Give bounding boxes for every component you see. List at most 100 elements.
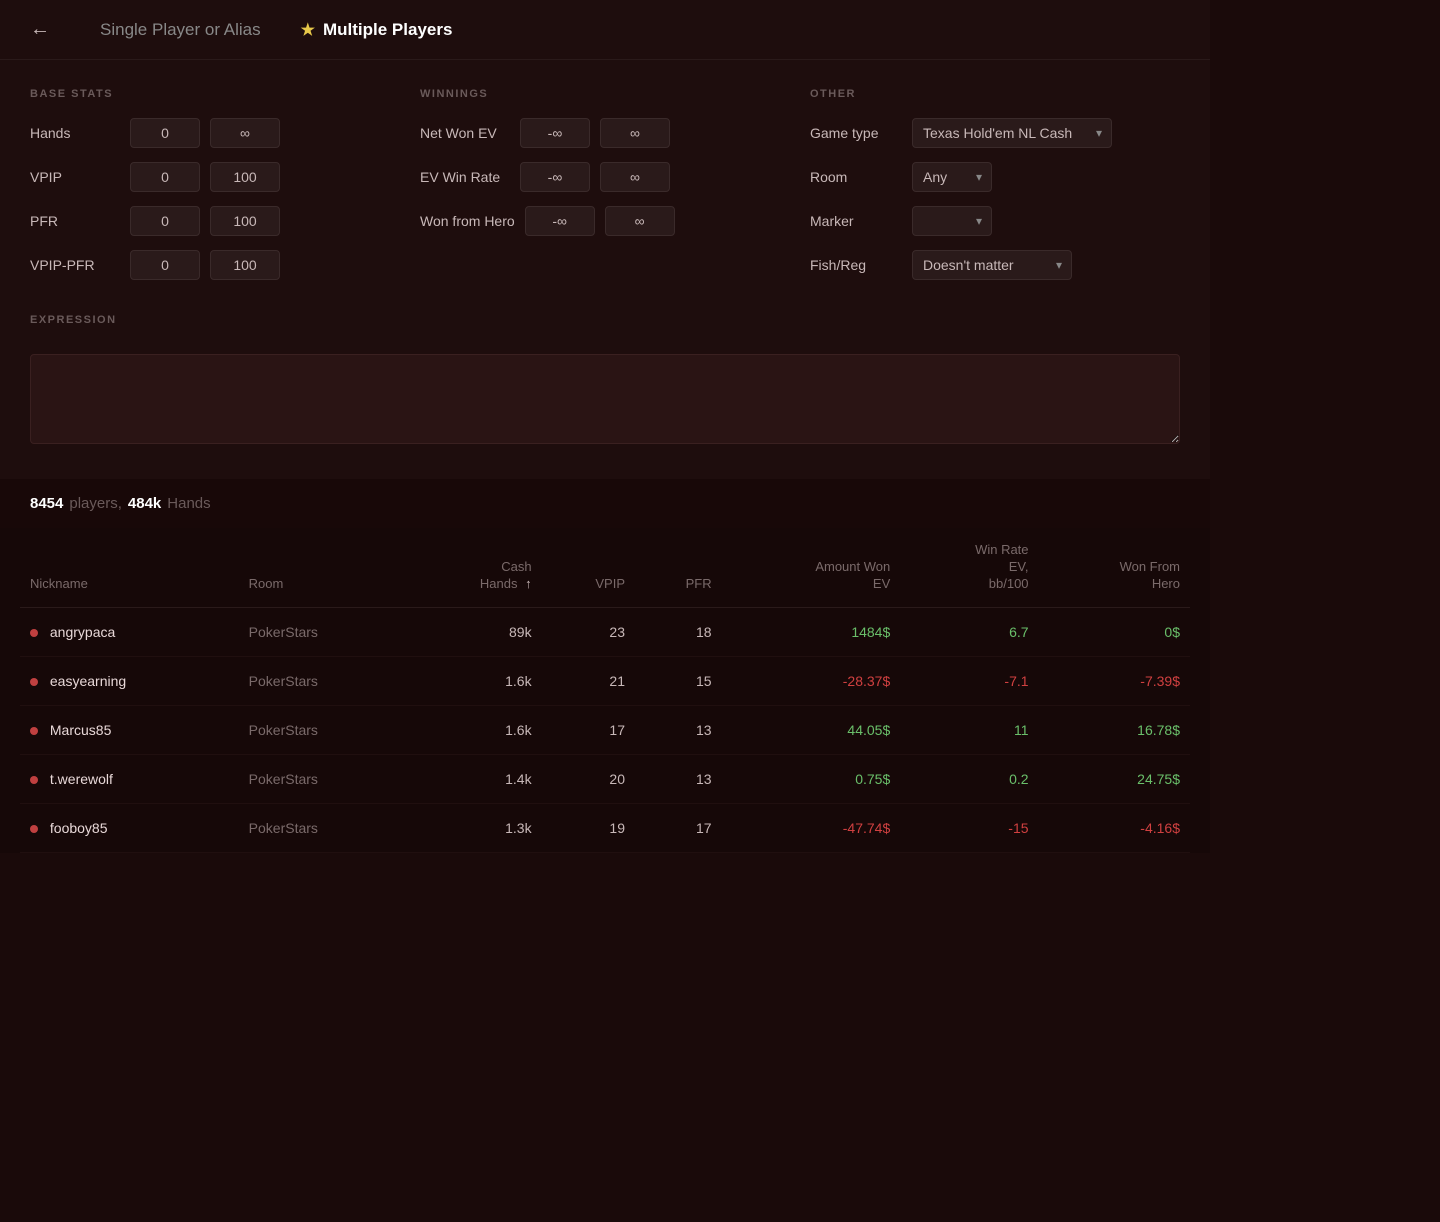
col-win-rate-ev[interactable]: Win RateEV,bb/100 xyxy=(900,528,1038,607)
cell-cash-hands: 89k xyxy=(407,607,542,656)
cell-pfr: 17 xyxy=(635,803,722,852)
cell-vpip: 23 xyxy=(542,607,635,656)
players-count: 8454 xyxy=(30,495,63,512)
other-title: OTHER xyxy=(810,88,1180,100)
cell-vpip: 19 xyxy=(542,803,635,852)
cell-room: PokerStars xyxy=(239,607,407,656)
vpip-min-input[interactable] xyxy=(130,162,200,192)
cell-win-rate-ev: 11 xyxy=(900,705,1038,754)
cell-pfr: 13 xyxy=(635,754,722,803)
winnings-section: WINNINGS Net Won EV EV Win Rate Won from… xyxy=(400,88,790,294)
game-type-select[interactable]: Texas Hold'em NL Cash xyxy=(912,118,1112,148)
ev-win-rate-max-input[interactable] xyxy=(600,162,670,192)
vpip-row: VPIP xyxy=(30,162,400,192)
ev-win-rate-min-input[interactable] xyxy=(520,162,590,192)
fish-reg-label: Fish/Reg xyxy=(810,257,900,273)
col-cash-hands[interactable]: CashHands ↑ xyxy=(407,528,542,607)
cell-room: PokerStars xyxy=(239,656,407,705)
player-name: t.werewolf xyxy=(50,771,113,787)
pfr-max-input[interactable] xyxy=(210,206,280,236)
players-table: Nickname Room CashHands ↑ VPIP PFR Amoun… xyxy=(20,528,1190,853)
room-select[interactable]: Any xyxy=(912,162,992,192)
table-row[interactable]: easyearning PokerStars 1.6k 21 15 -28.37… xyxy=(20,656,1190,705)
cell-pfr: 15 xyxy=(635,656,722,705)
room-row: Room Any xyxy=(810,162,1180,192)
game-type-row: Game type Texas Hold'em NL Cash xyxy=(810,118,1180,148)
cell-room: PokerStars xyxy=(239,754,407,803)
cell-amount-won-ev: -47.74$ xyxy=(722,803,901,852)
stats-bar: 8454 players, 484k Hands xyxy=(0,479,1210,528)
col-vpip[interactable]: VPIP xyxy=(542,528,635,607)
cell-win-rate-ev: -7.1 xyxy=(900,656,1038,705)
col-won-from-hero[interactable]: Won FromHero xyxy=(1039,528,1190,607)
player-dot xyxy=(30,727,38,735)
cell-cash-hands: 1.4k xyxy=(407,754,542,803)
player-name: easyearning xyxy=(50,673,126,689)
net-won-ev-min-input[interactable] xyxy=(520,118,590,148)
net-won-ev-row: Net Won EV xyxy=(420,118,790,148)
col-room[interactable]: Room xyxy=(239,528,407,607)
cell-vpip: 20 xyxy=(542,754,635,803)
pfr-min-input[interactable] xyxy=(130,206,200,236)
ev-win-rate-row: EV Win Rate xyxy=(420,162,790,192)
cell-won-from-hero: 0$ xyxy=(1039,607,1190,656)
fish-reg-select[interactable]: Doesn't matter xyxy=(912,250,1072,280)
players-table-container: Nickname Room CashHands ↑ VPIP PFR Amoun… xyxy=(0,528,1210,853)
vpip-pfr-min-input[interactable] xyxy=(130,250,200,280)
header: ← Single Player or Alias ★ Multiple Play… xyxy=(0,0,1210,60)
table-row[interactable]: angrypaca PokerStars 89k 23 18 1484$ 6.7… xyxy=(20,607,1190,656)
hands-label: Hands xyxy=(167,495,210,512)
base-stats-title: BASE STATS xyxy=(30,88,400,100)
player-name: angrypaca xyxy=(50,624,115,640)
vpip-pfr-max-input[interactable] xyxy=(210,250,280,280)
table-header-row: Nickname Room CashHands ↑ VPIP PFR Amoun… xyxy=(20,528,1190,607)
cell-amount-won-ev: -28.37$ xyxy=(722,656,901,705)
won-from-hero-max-input[interactable] xyxy=(605,206,675,236)
tab-multiple-players[interactable]: ★ Multiple Players xyxy=(301,20,453,40)
hands-label: Hands xyxy=(30,125,120,141)
col-amount-won-ev[interactable]: Amount WonEV xyxy=(722,528,901,607)
other-section: OTHER Game type Texas Hold'em NL Cash Ro… xyxy=(790,88,1180,294)
expression-section: EXPRESSION xyxy=(30,314,1180,449)
cell-vpip: 17 xyxy=(542,705,635,754)
net-won-ev-max-input[interactable] xyxy=(600,118,670,148)
tab-single-player[interactable]: Single Player or Alias xyxy=(100,20,261,40)
marker-select[interactable] xyxy=(912,206,992,236)
table-row[interactable]: t.werewolf PokerStars 1.4k 20 13 0.75$ 0… xyxy=(20,754,1190,803)
cell-nickname: t.werewolf xyxy=(20,754,239,803)
player-name: fooboy85 xyxy=(50,820,108,836)
vpip-pfr-row: VPIP-PFR xyxy=(30,250,400,280)
vpip-pfr-label: VPIP-PFR xyxy=(30,257,120,273)
player-dot xyxy=(30,825,38,833)
player-dot xyxy=(30,629,38,637)
cell-amount-won-ev: 0.75$ xyxy=(722,754,901,803)
cell-win-rate-ev: 6.7 xyxy=(900,607,1038,656)
cell-won-from-hero: 24.75$ xyxy=(1039,754,1190,803)
game-type-label: Game type xyxy=(810,125,900,141)
hands-min-input[interactable] xyxy=(130,118,200,148)
col-nickname[interactable]: Nickname xyxy=(20,528,239,607)
cell-won-from-hero: 16.78$ xyxy=(1039,705,1190,754)
hands-max-input[interactable] xyxy=(210,118,280,148)
player-dot xyxy=(30,678,38,686)
cell-nickname: fooboy85 xyxy=(20,803,239,852)
cell-cash-hands: 1.3k xyxy=(407,803,542,852)
cell-amount-won-ev: 44.05$ xyxy=(722,705,901,754)
back-button[interactable]: ← xyxy=(30,18,50,41)
players-label: players, xyxy=(69,495,122,512)
table-row[interactable]: fooboy85 PokerStars 1.3k 19 17 -47.74$ -… xyxy=(20,803,1190,852)
ev-win-rate-label: EV Win Rate xyxy=(420,169,510,185)
won-from-hero-label: Won from Hero xyxy=(420,213,515,229)
vpip-max-input[interactable] xyxy=(210,162,280,192)
col-pfr[interactable]: PFR xyxy=(635,528,722,607)
table-row[interactable]: Marcus85 PokerStars 1.6k 17 13 44.05$ 11… xyxy=(20,705,1190,754)
cell-cash-hands: 1.6k xyxy=(407,656,542,705)
cell-cash-hands: 1.6k xyxy=(407,705,542,754)
player-dot xyxy=(30,776,38,784)
cell-win-rate-ev: -15 xyxy=(900,803,1038,852)
expression-input[interactable] xyxy=(30,354,1180,444)
cell-pfr: 18 xyxy=(635,607,722,656)
marker-label: Marker xyxy=(810,213,900,229)
net-won-ev-label: Net Won EV xyxy=(420,125,510,141)
won-from-hero-min-input[interactable] xyxy=(525,206,595,236)
